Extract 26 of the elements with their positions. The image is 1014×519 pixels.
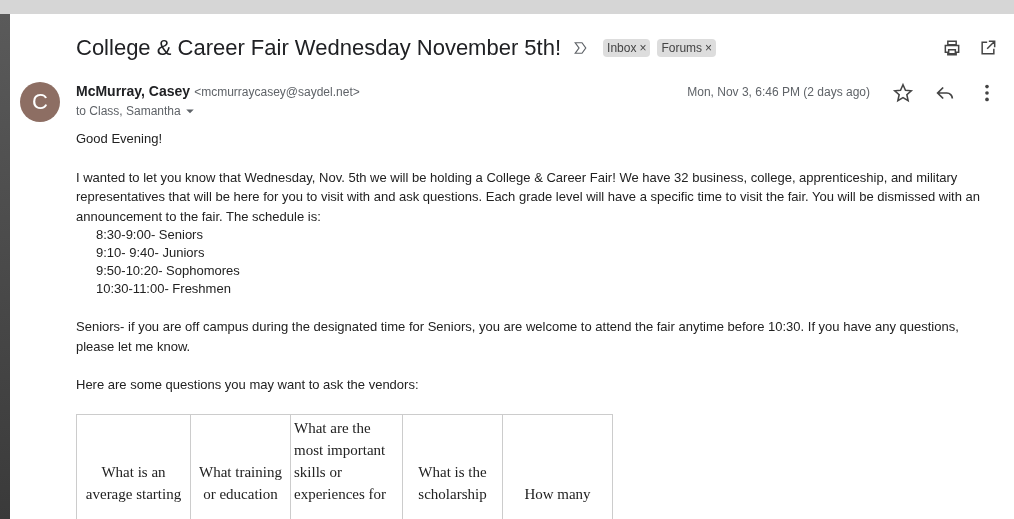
paragraph: Seniors- if you are off campus during the designated time for Seniors, you are welcome to attend the fair anytime before 10:30. If you have any questions, please let me know. (76, 318, 960, 356)
email-subject: College & Career Fair Wednesday November 5th! (76, 35, 562, 61)
paragraph: Here are some questions you may want to ask the vendors: (76, 376, 420, 394)
schedule-line: 8:30-9:00- Seniors (96, 226, 204, 244)
sender-name: McMurray, Casey (76, 83, 191, 99)
remove-label-button[interactable]: × (639, 41, 647, 55)
table-cell: What is an average starting (76, 414, 191, 519)
table-cell: How many (502, 414, 613, 519)
label-chip[interactable]: Forums × (657, 39, 717, 57)
print-icon[interactable] (942, 38, 962, 58)
label-chip[interactable]: Inbox × (603, 39, 651, 57)
email-date: Mon, Nov 3, 6:46 PM (2 days ago) (687, 84, 870, 99)
table-cell: What is the scholarship (402, 414, 503, 519)
schedule-line: 9:50-10:20- Sophomores (96, 262, 241, 280)
table-cell: What are the most important skills or experiences for (290, 414, 403, 519)
sender-address: <mcmurraycasey@saydel.net> (194, 85, 360, 99)
table-cell: What training or education (190, 414, 291, 519)
star-icon[interactable] (892, 82, 914, 104)
recipients-text: to Class, Samantha (76, 104, 181, 118)
open-in-new-window-icon[interactable] (978, 38, 998, 58)
paragraph: I wanted to let you know that Wednesday, Nov. 5th we will be holding a College & Career Fair! We have 32 business, college, apprenticeship, and military representatives that will be here for you to visit with and ask questions. Each grade level will have a specific time to visit the fair. You will be dismissed with an announcement to the fair. The schedule is: (76, 168, 981, 226)
paragraph: Good Evening! (76, 130, 163, 148)
schedule-line: 10:30-11:00- Freshmen (96, 280, 232, 298)
remove-label-button[interactable]: × (705, 41, 713, 55)
schedule-line: 9:10- 9:40- Juniors (96, 244, 206, 262)
sender-avatar: C (20, 82, 60, 122)
